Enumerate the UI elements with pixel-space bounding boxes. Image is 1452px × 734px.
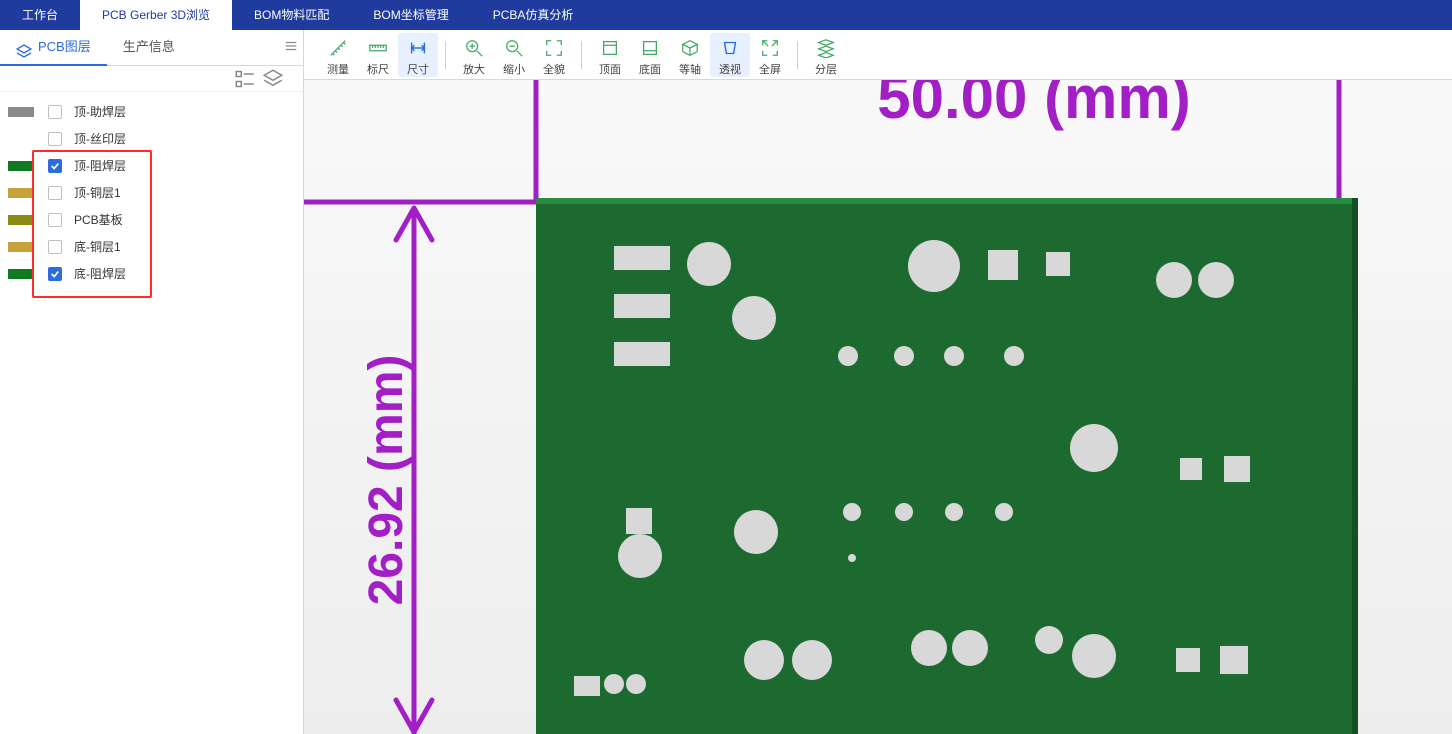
layer-checkbox[interactable] (48, 186, 62, 200)
tool-底面[interactable]: 底面 (630, 33, 670, 77)
tool-label: 测量 (327, 61, 349, 77)
tool-label: 放大 (463, 61, 485, 77)
toolbar-group-2: 顶面 底面 等轴 透视 全屏 (582, 33, 798, 77)
layer-row[interactable]: 顶-丝印层 (0, 125, 303, 152)
layer-row[interactable]: PCB基板 (0, 206, 303, 233)
sidebar-toolbar (0, 66, 303, 92)
layer-checkbox[interactable] (48, 267, 62, 281)
toolbar-group-3: 分层 (798, 33, 854, 77)
tool-分层[interactable]: 分层 (806, 33, 846, 77)
tool-label: 尺寸 (407, 61, 429, 77)
tool-顶面[interactable]: 顶面 (590, 33, 630, 77)
layer-checkbox[interactable] (48, 132, 62, 146)
layer-checkbox[interactable] (48, 159, 62, 173)
body-row: PCB图层 生产信息 顶-助焊层顶-丝印层顶-阻焊层顶-铜层1 PCB基板底-铜层1… (0, 30, 1452, 734)
layer-swatch (8, 215, 34, 225)
tool-label: 底面 (639, 61, 661, 77)
tool-标尺[interactable]: 标尺 (358, 33, 398, 77)
sidebar: PCB图层 生产信息 顶-助焊层顶-丝印层顶-阻焊层顶-铜层1 PCB基板底-铜层1… (0, 30, 304, 734)
tool-label: 分层 (815, 61, 837, 77)
tool-尺寸[interactable]: 尺寸 (398, 33, 438, 77)
layers-panel: 顶-助焊层顶-丝印层顶-阻焊层顶-铜层1 PCB基板底-铜层1 底-阻焊层 (0, 92, 303, 734)
nav-tab-4[interactable]: PCBA仿真分析 (471, 0, 596, 30)
layer-label: 底-铜层1 (74, 238, 121, 255)
canvas-area: 测量 标尺 尺寸 放大 缩小 全貌 顶面 底面 等轴 透视 全屏 分层 50.00 (mm) (304, 30, 1452, 734)
explode-icon (815, 37, 837, 59)
layer-row[interactable]: 顶-铜层1 (0, 179, 303, 206)
layer-label: 底-阻焊层 (74, 265, 126, 282)
tool-等轴[interactable]: 等轴 (670, 33, 710, 77)
tool-缩小[interactable]: 缩小 (494, 33, 534, 77)
tool-透视[interactable]: 透视 (710, 33, 750, 77)
layer-swatch (8, 188, 34, 198)
sidebar-tab-1[interactable]: 生产信息 (107, 30, 191, 66)
measure-icon (327, 37, 349, 59)
nav-tab-3[interactable]: BOM坐标管理 (351, 0, 470, 30)
pcb-board (536, 198, 1358, 734)
layer-checkbox[interactable] (48, 240, 62, 254)
height-label: 26.92 (mm) (360, 355, 413, 606)
toolbar: 测量 标尺 尺寸 放大 缩小 全貌 顶面 底面 等轴 透视 全屏 分层 (304, 30, 1452, 80)
ruler-icon (367, 37, 389, 59)
bottom-view-icon (639, 37, 661, 59)
layer-label: PCB基板 (74, 211, 123, 228)
tool-测量[interactable]: 测量 (318, 33, 358, 77)
zoom-in-icon (463, 37, 485, 59)
layer-label: 顶-铜层1 (74, 184, 121, 201)
collapse-icon[interactable] (279, 39, 303, 56)
tool-全屏[interactable]: 全屏 (750, 33, 790, 77)
fullscreen-icon (759, 37, 781, 59)
layer-swatch (8, 242, 34, 252)
zoom-out-icon (503, 37, 525, 59)
dimension-icon (407, 37, 429, 59)
sidebar-tab-label: PCB图层 (38, 30, 91, 64)
viewport-3d[interactable]: 50.00 (mm) 26.92 (mm) (304, 80, 1452, 734)
list-view-icon[interactable] (235, 69, 255, 89)
layer-checkbox[interactable] (48, 213, 62, 227)
nav-tab-2[interactable]: BOM物料匹配 (232, 0, 351, 30)
sidebar-tab-0[interactable]: PCB图层 (0, 30, 107, 66)
tool-label: 透视 (719, 61, 741, 77)
layer-label: 顶-丝印层 (74, 130, 126, 147)
top-view-icon (599, 37, 621, 59)
toolbar-group-1: 放大 缩小 全貌 (446, 33, 582, 77)
layers-toggle-icon[interactable] (263, 69, 283, 89)
nav-tab-0[interactable]: 工作台 (0, 0, 80, 30)
sidebar-tab-label: 生产信息 (123, 39, 175, 54)
layer-row[interactable]: 底-阻焊层 (0, 260, 303, 287)
tool-label: 全屏 (759, 61, 781, 77)
layers-icon (16, 39, 32, 55)
layer-swatch (8, 107, 34, 117)
fit-icon (543, 37, 565, 59)
iso-view-icon (679, 37, 701, 59)
sidebar-tabs: PCB图层 生产信息 (0, 30, 303, 66)
tool-放大[interactable]: 放大 (454, 33, 494, 77)
tool-label: 全貌 (543, 61, 565, 77)
tool-label: 标尺 (367, 61, 389, 77)
layer-row[interactable]: 底-铜层1 (0, 233, 303, 260)
layer-label: 顶-助焊层 (74, 103, 126, 120)
tool-label: 缩小 (503, 61, 525, 77)
layer-row[interactable]: 顶-助焊层 (0, 98, 303, 125)
top-nav: 工作台PCB Gerber 3D浏览BOM物料匹配BOM坐标管理PCBA仿真分析 (0, 0, 1452, 30)
layer-swatch (8, 161, 34, 171)
layer-checkbox[interactable] (48, 105, 62, 119)
layer-row[interactable]: 顶-阻焊层 (0, 152, 303, 179)
nav-tab-1[interactable]: PCB Gerber 3D浏览 (80, 0, 232, 30)
persp-view-icon (719, 37, 741, 59)
tool-label: 等轴 (679, 61, 701, 77)
tool-label: 顶面 (599, 61, 621, 77)
width-label: 50.00 (mm) (877, 80, 1190, 131)
layer-label: 顶-阻焊层 (74, 157, 126, 174)
layer-swatch (8, 134, 34, 144)
toolbar-group-0: 测量 标尺 尺寸 (310, 33, 446, 77)
tool-全貌[interactable]: 全貌 (534, 33, 574, 77)
layer-swatch (8, 269, 34, 279)
